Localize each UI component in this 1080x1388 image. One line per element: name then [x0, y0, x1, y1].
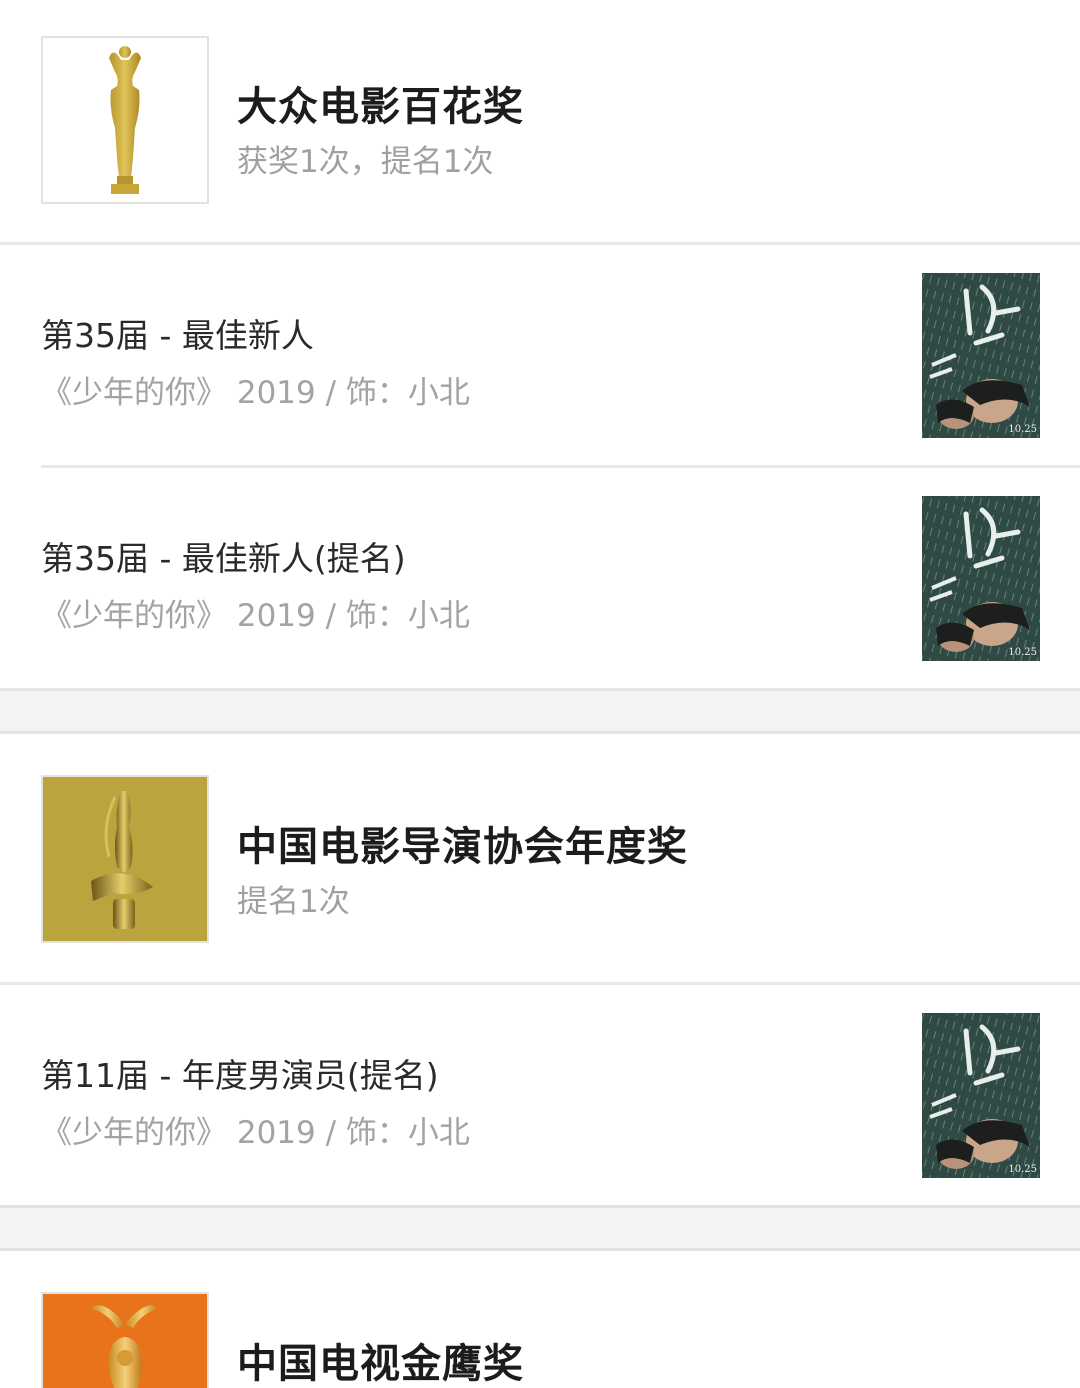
award-title: 中国电视金鹰奖 [237, 1341, 524, 1387]
award-entry[interactable]: 第35届 - 最佳新人(提名) 《少年的你》 2019 / 饰：小北 10.25 [0, 468, 1080, 690]
award-summary: 提名1次 [237, 884, 350, 920]
movie-poster[interactable]: 10.25 [922, 1013, 1040, 1178]
golden-trophy-figure-icon [109, 46, 141, 194]
entry-detail: 《少年的你》 2019 / 饰：小北 [41, 1115, 470, 1151]
section-gap [0, 688, 1080, 734]
award-logo-baihua [41, 36, 209, 204]
entry-title: 第11届 - 年度男演员(提名) [41, 1056, 439, 1095]
movie-poster[interactable]: 10.25 [922, 273, 1040, 438]
golden-statue-on-fish-icon [43, 777, 207, 941]
section-gap [0, 1205, 1080, 1251]
award-header-golden-eagle[interactable]: 中国电视金鹰奖 [0, 1251, 1080, 1388]
poster-date: 10.25 [1008, 647, 1037, 658]
entry-detail: 《少年的你》 2019 / 饰：小北 [41, 375, 470, 411]
poster-date: 10.25 [1008, 1164, 1037, 1175]
award-header-directors-guild[interactable]: 中国电影导演协会年度奖 提名1次 [0, 734, 1080, 983]
award-title: 中国电影导演协会年度奖 [237, 824, 688, 870]
award-entry[interactable]: 第11届 - 年度男演员(提名) 《少年的你》 2019 / 饰：小北 10.2… [0, 985, 1080, 1207]
poster-date: 10.25 [1008, 424, 1037, 435]
movie-poster-icon [922, 1013, 1040, 1178]
entry-title: 第35届 - 最佳新人(提名) [41, 539, 406, 578]
award-title: 大众电影百花奖 [237, 84, 524, 130]
award-header-baihua[interactable]: 大众电影百花奖 获奖1次，提名1次 [0, 0, 1080, 243]
movie-poster[interactable]: 10.25 [922, 496, 1040, 661]
award-entry[interactable]: 第35届 - 最佳新人 《少年的你》 2019 / 饰：小北 10.25 [0, 245, 1080, 467]
entry-detail: 《少年的你》 2019 / 饰：小北 [41, 598, 470, 634]
movie-poster-icon [922, 273, 1040, 438]
movie-poster-icon [922, 496, 1040, 661]
award-summary: 获奖1次，提名1次 [237, 144, 494, 180]
golden-eagle-trophy-icon [43, 1294, 207, 1388]
entry-title: 第35届 - 最佳新人 [41, 316, 314, 355]
award-logo-golden-eagle [41, 1292, 209, 1388]
award-logo-directors-guild [41, 775, 209, 943]
